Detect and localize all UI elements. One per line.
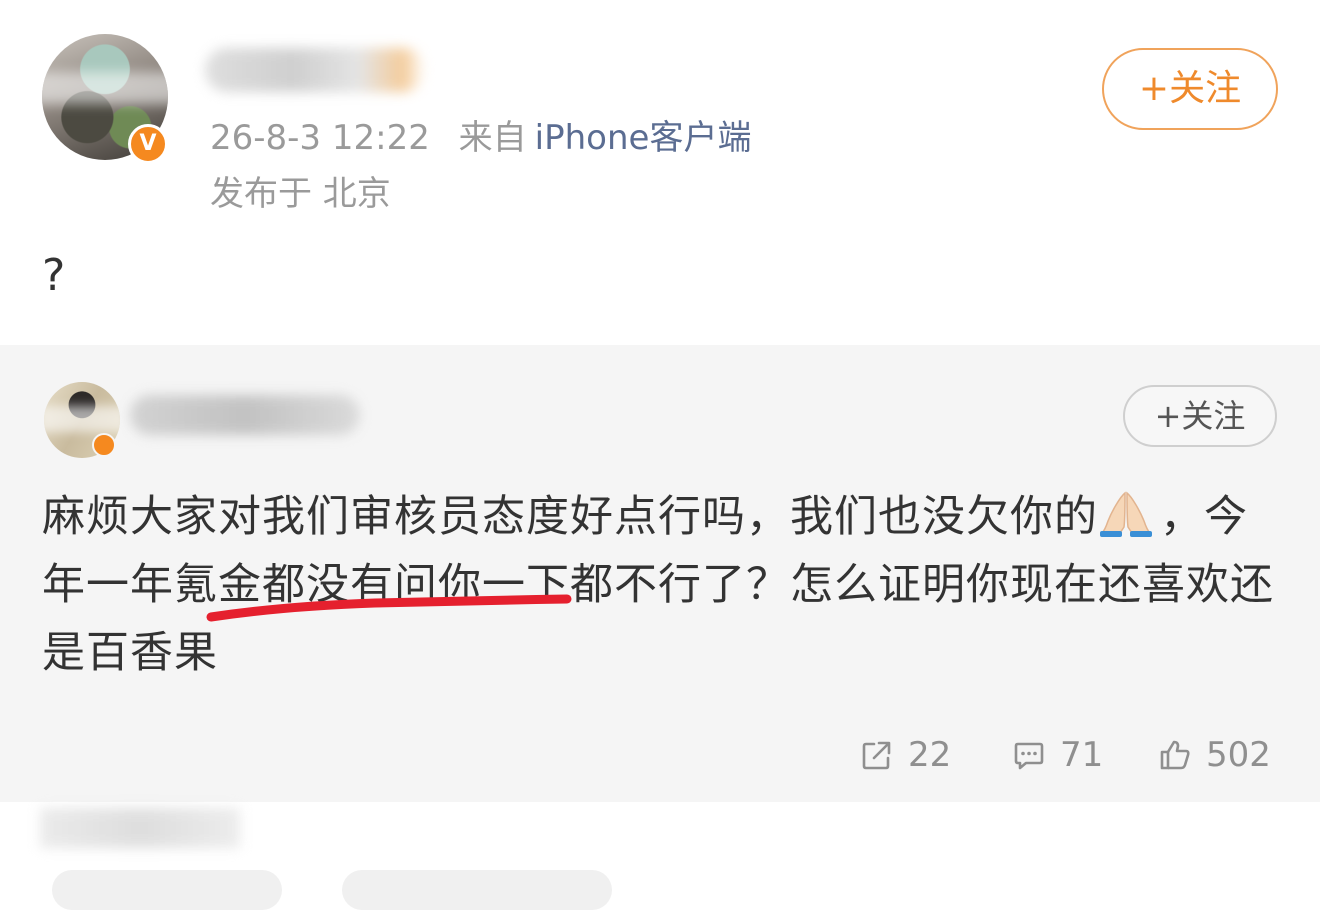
client-link[interactable]: iPhone客户端 [535, 118, 752, 158]
bottom-pill-right[interactable] [342, 870, 612, 910]
comment-icon [1014, 742, 1044, 770]
share-action[interactable]: 22 [860, 733, 951, 777]
commenter-badge-icon [92, 433, 116, 457]
post-location: 发布于 北京 [210, 174, 391, 214]
folded-hands-emoji-icon [1100, 491, 1152, 537]
follow-button[interactable]: +关注 [1102, 48, 1278, 130]
like-action[interactable]: 502 [1158, 733, 1271, 777]
forwarded-comment-card[interactable]: +关注 麻烦大家对我们审核员态度好点行吗，我们也没欠你的 ，今年一年氪金都没有问… [0, 345, 1320, 802]
commenter-follow-button[interactable]: +关注 [1123, 385, 1277, 447]
weibo-post: V 26-8-3 12:22 来自 iPhone客户端 发布于 北京 +关注 ? [0, 0, 1320, 345]
author-name-blurred[interactable] [205, 48, 425, 92]
comment-text: 麻烦大家对我们审核员态度好点行吗，我们也没欠你的 ，今年一年氪金都没有问你一下都… [42, 483, 1278, 687]
verified-badge-icon: V [128, 124, 168, 164]
comment-count: 71 [1060, 735, 1104, 775]
next-item-blurred [40, 808, 240, 848]
bottom-pill-left[interactable] [52, 870, 282, 910]
thumbs-up-icon [1160, 740, 1190, 770]
source-prefix: 来自 [458, 118, 527, 158]
post-meta: 26-8-3 12:22 来自 iPhone客户端 [210, 110, 751, 159]
share-count: 22 [908, 735, 952, 775]
commenter-name-blurred[interactable] [130, 395, 360, 435]
comment-action[interactable]: 71 [1012, 733, 1103, 777]
post-text: ? [42, 250, 66, 301]
comment-text-part1: 麻烦大家对我们审核员态度好点行吗，我们也没欠你的 [42, 492, 1098, 542]
post-timestamp: 26-8-3 12:22 [210, 118, 430, 158]
like-count: 502 [1206, 735, 1271, 775]
share-icon [862, 741, 891, 770]
